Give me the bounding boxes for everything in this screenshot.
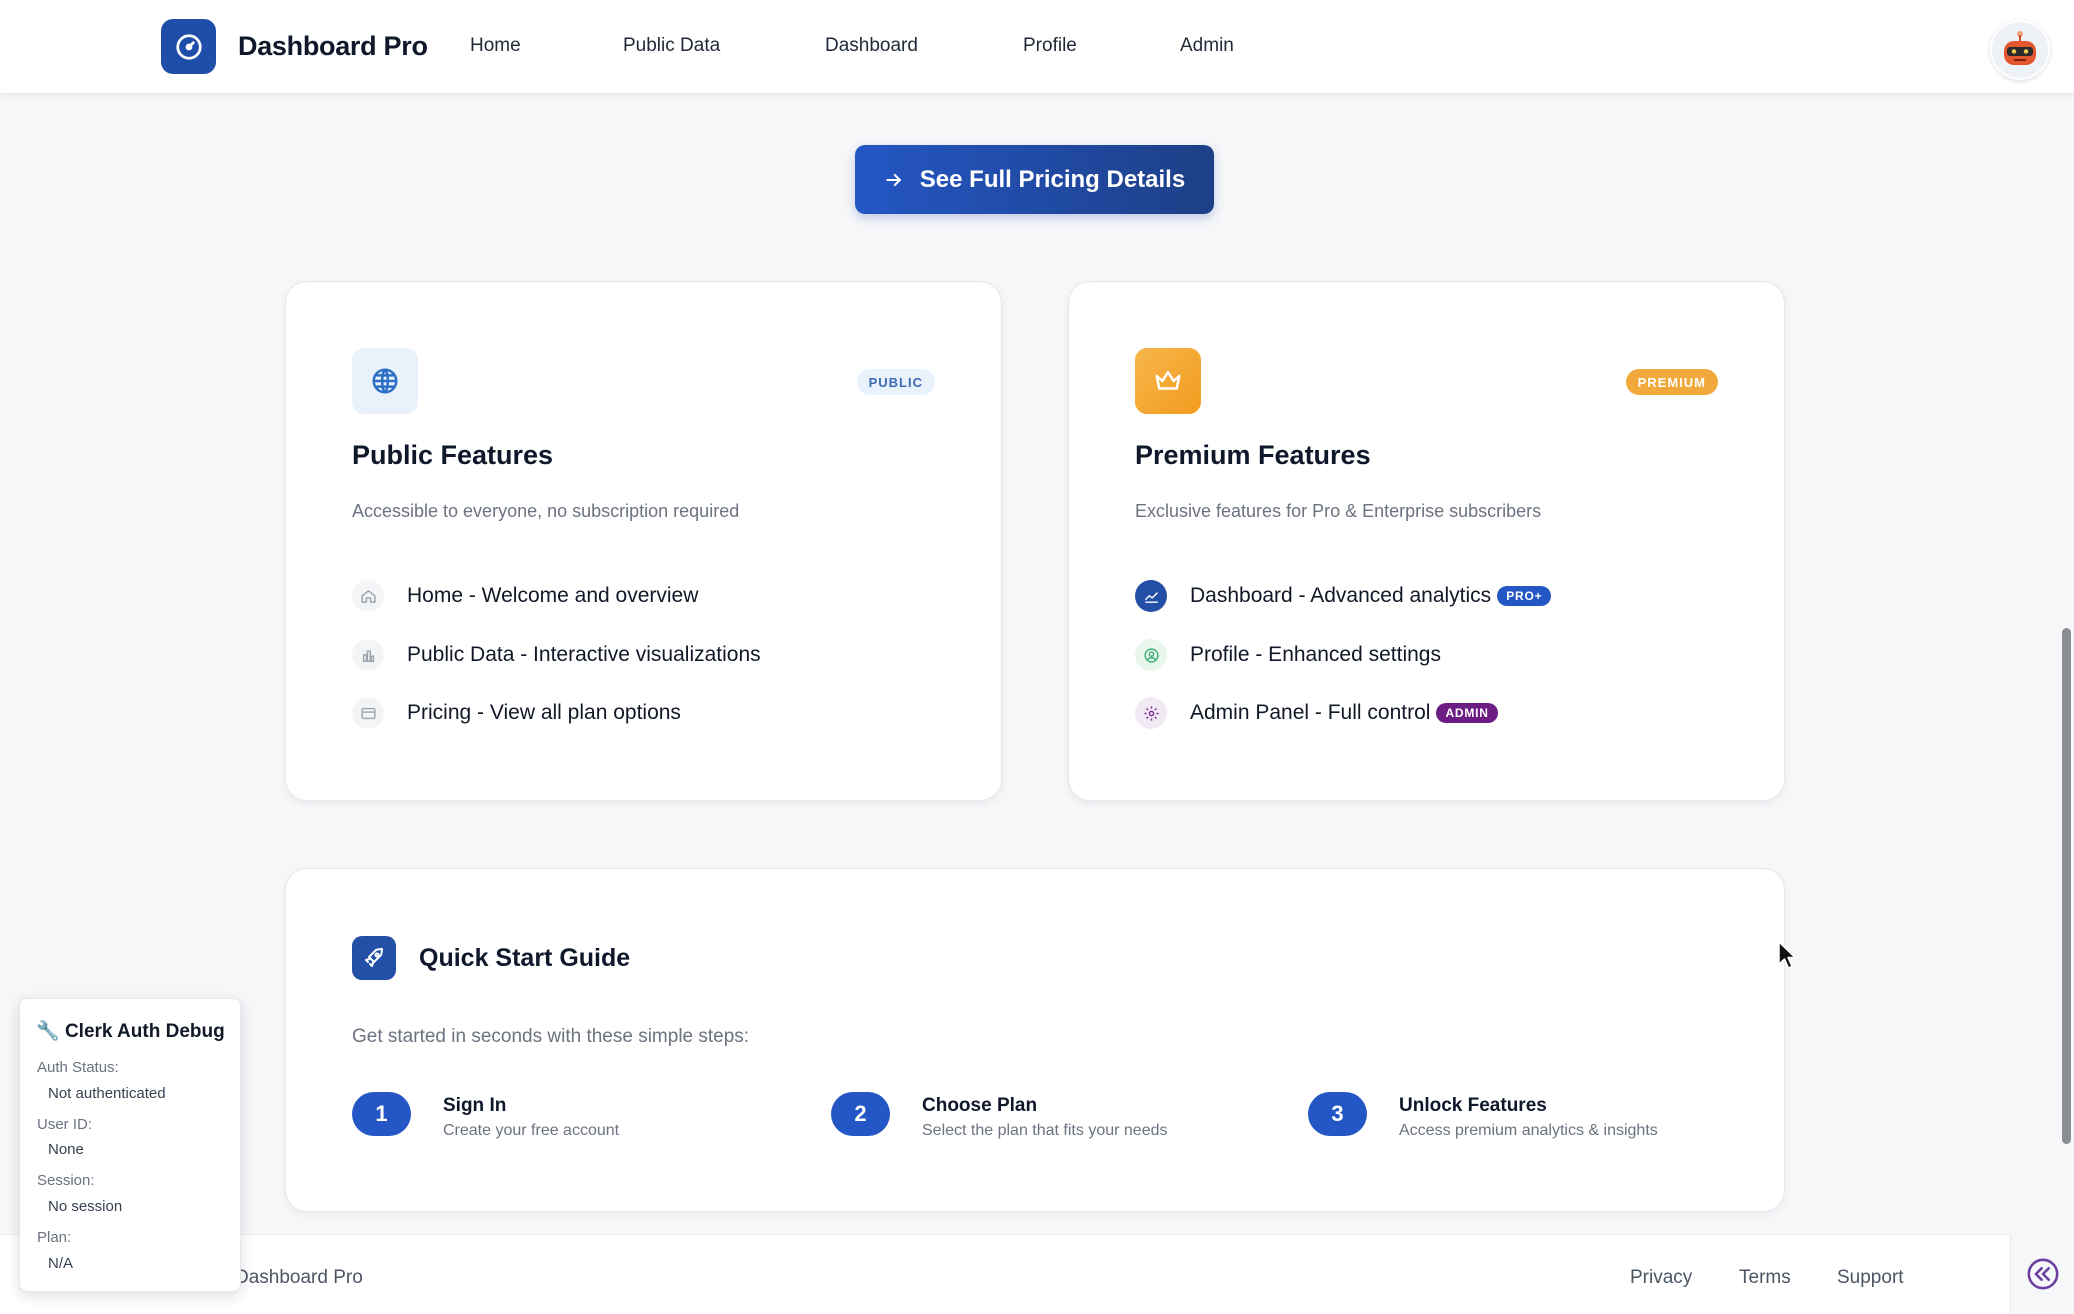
debug-title-text: Clerk Auth Debug (64, 1021, 225, 1042)
premium-badge: PREMIUM (1625, 369, 1718, 395)
step-number: 3 (1308, 1092, 1367, 1136)
feature-item-pricing[interactable]: Pricing - View all plan options (352, 697, 681, 729)
step-title: Sign In (443, 1095, 507, 1116)
premium-features-card: PREMIUM Premium Features Exclusive featu… (1068, 281, 1785, 801)
see-pricing-label: See Full Pricing Details (919, 165, 1186, 193)
feature-item-dashboard[interactable]: Dashboard - Advanced analytics PRO+ (1135, 580, 1552, 612)
step-description: Create your free account (443, 1122, 620, 1139)
clerk-auth-debug-panel: 🔧 Clerk Auth Debug Auth Status: Not auth… (19, 998, 241, 1292)
debug-label-auth-status: Auth Status: (37, 1059, 119, 1076)
quick-start-title: Quick Start Guide (419, 944, 631, 972)
see-pricing-button[interactable]: See Full Pricing Details (855, 145, 1214, 214)
footer-brand: Dashboard Pro (235, 1267, 363, 1288)
dashboard-gauge-icon[interactable] (161, 19, 216, 74)
mouse-cursor-icon (1778, 941, 1796, 969)
debug-value-session: No session (48, 1198, 123, 1215)
crown-icon (1135, 348, 1201, 414)
bar-chart-icon (352, 639, 384, 671)
admin-tag: ADMIN (1436, 703, 1498, 723)
step-title: Choose Plan (922, 1095, 1038, 1116)
debug-label-user-id: User ID: (37, 1116, 93, 1133)
feature-item-home[interactable]: Home - Welcome and overview (352, 580, 698, 612)
wrench-icon: 🔧 (36, 1021, 60, 1042)
feature-label: Public Data - Interactive visualizations (407, 643, 761, 666)
analytics-icon (1135, 580, 1167, 612)
public-features-card: PUBLIC Public Features Accessible to eve… (285, 281, 1002, 801)
feature-item-public-data[interactable]: Public Data - Interactive visualizations (352, 639, 761, 671)
arrow-right-icon (886, 173, 901, 186)
feature-label: Admin Panel - Full control (1190, 701, 1431, 724)
top-navigation-bar: Dashboard Pro Home Public Data Dashboard… (0, 0, 2074, 94)
step-title: Unlock Features (1399, 1095, 1547, 1116)
debug-label-session: Session: (37, 1172, 95, 1189)
feature-label: Dashboard - Advanced analytics (1190, 584, 1492, 607)
footer-link-privacy[interactable]: Privacy (1630, 1267, 1692, 1289)
chevrons-left-icon (2027, 1258, 2058, 1290)
robot-avatar-icon (2004, 31, 2036, 65)
user-circle-icon (1135, 639, 1167, 671)
settings-gear-icon (1135, 697, 1167, 729)
collapse-panel-button[interactable] (2010, 1234, 2074, 1314)
home-icon (352, 580, 384, 612)
premium-card-title: Premium Features (1135, 440, 1371, 470)
nav-home[interactable]: Home (470, 35, 521, 57)
globe-icon (352, 348, 418, 414)
step-number: 2 (831, 1092, 890, 1136)
step-description: Select the plan that fits your needs (922, 1122, 1168, 1139)
debug-panel-title: 🔧 Clerk Auth Debug (36, 1019, 225, 1043)
step-description: Access premium analytics & insights (1399, 1122, 1658, 1139)
rocket-icon (352, 936, 396, 980)
debug-value-plan: N/A (48, 1255, 74, 1272)
debug-label-plan: Plan: (37, 1229, 72, 1246)
feature-item-admin[interactable]: Admin Panel - Full control ADMIN (1135, 697, 1498, 729)
quick-start-subtitle: Get started in seconds with these simple… (352, 1026, 750, 1047)
feature-label: Profile - Enhanced settings (1190, 643, 1441, 666)
nav-admin[interactable]: Admin (1180, 35, 1234, 57)
footer-link-support[interactable]: Support (1837, 1267, 1904, 1289)
scrollbar-thumb[interactable] (2062, 628, 2071, 1144)
nav-dashboard[interactable]: Dashboard (825, 35, 918, 57)
credit-card-icon (352, 697, 384, 729)
quick-start-guide: Quick Start Guide Get started in seconds… (285, 868, 1785, 1212)
public-card-subtitle: Accessible to everyone, no subscription … (352, 501, 740, 521)
footer: Dashboard Pro Privacy Terms Support (0, 1234, 2010, 1314)
feature-label: Pricing - View all plan options (407, 701, 681, 724)
public-badge: PUBLIC (856, 369, 935, 395)
nav-profile[interactable]: Profile (1023, 35, 1077, 57)
brand-name[interactable]: Dashboard Pro (238, 31, 428, 62)
step-number: 1 (352, 1092, 411, 1136)
premium-card-subtitle: Exclusive features for Pro & Enterprise … (1135, 501, 1542, 521)
footer-link-terms[interactable]: Terms (1739, 1267, 1791, 1289)
feature-item-profile[interactable]: Profile - Enhanced settings (1135, 639, 1441, 671)
feature-label: Home - Welcome and overview (407, 584, 699, 607)
pro-plus-tag: PRO+ (1497, 586, 1552, 606)
debug-value-user-id: None (48, 1141, 84, 1158)
public-card-title: Public Features (352, 440, 554, 470)
nav-public-data[interactable]: Public Data (623, 35, 720, 57)
debug-value-auth-status: Not authenticated (48, 1085, 166, 1102)
user-avatar[interactable] (1990, 20, 2050, 80)
